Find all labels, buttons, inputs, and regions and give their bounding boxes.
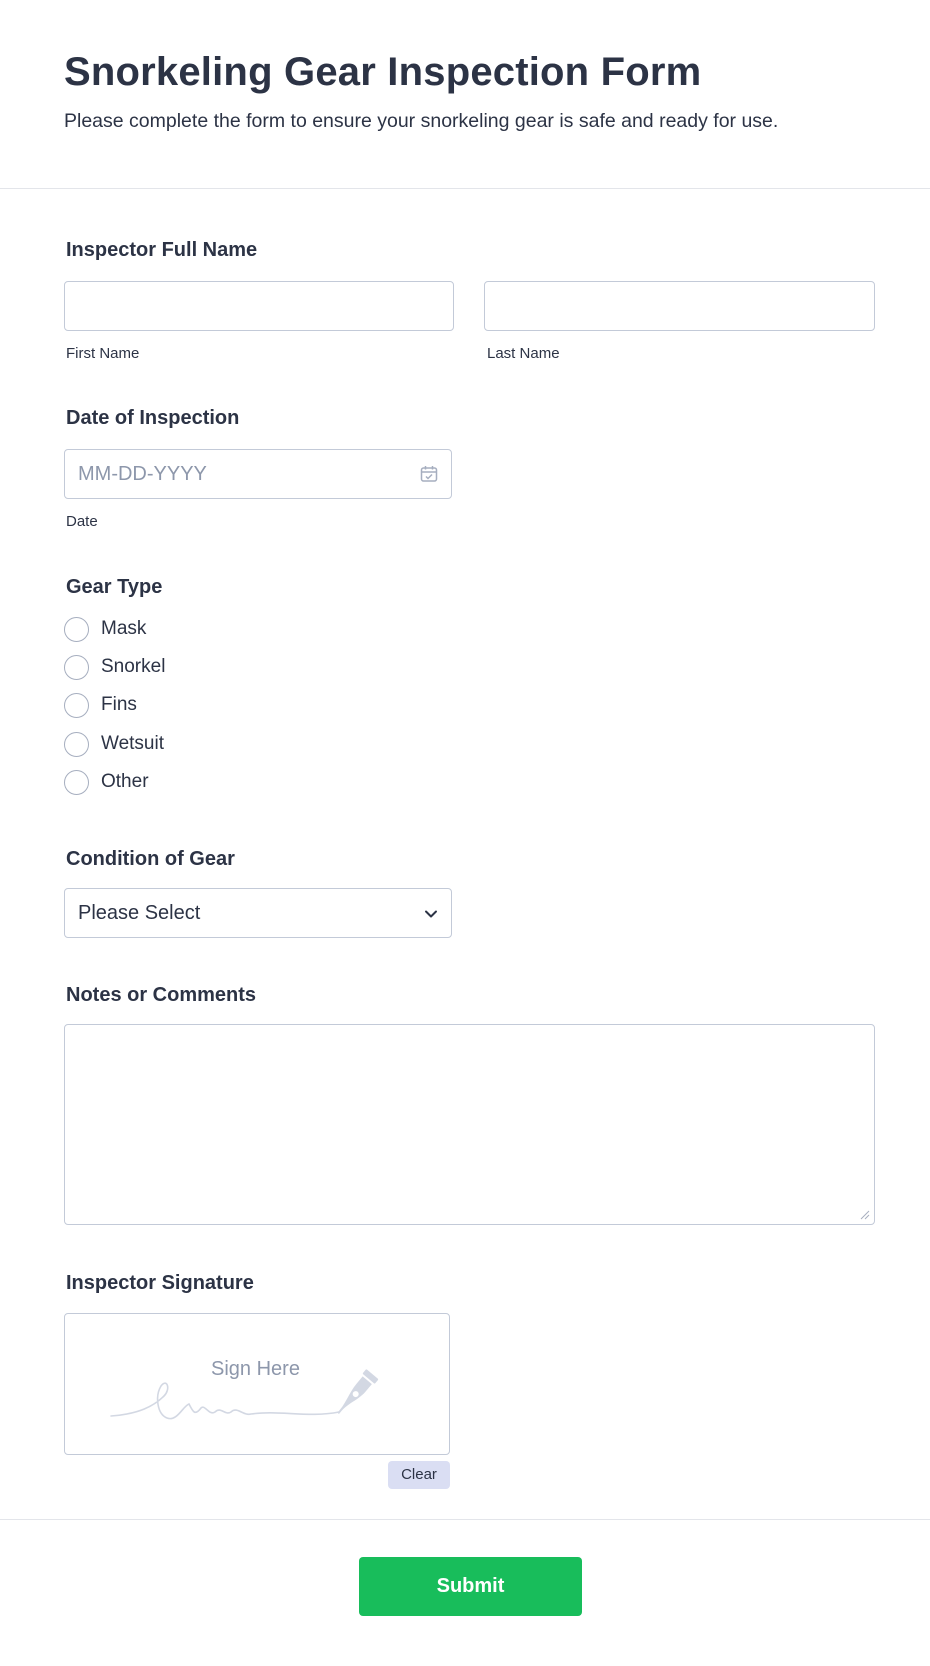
signature-label: Inspector Signature <box>66 1272 254 1294</box>
pen-nib-icon <box>337 1369 379 1414</box>
radio-label[interactable]: Other <box>101 771 149 793</box>
last-name-input[interactable] <box>484 281 875 331</box>
footer-divider <box>0 1519 930 1520</box>
form-title: Snorkeling Gear Inspection Form <box>64 50 702 94</box>
notes-label: Notes or Comments <box>66 984 257 1006</box>
clear-signature-button[interactable]: Clear <box>388 1461 450 1489</box>
radio-label[interactable]: Fins <box>101 694 137 716</box>
calendar-icon[interactable] <box>419 464 439 484</box>
first-name-sublabel: First Name <box>66 345 140 362</box>
last-name-sublabel: Last Name <box>487 345 560 362</box>
condition-selected-value: Please Select <box>78 902 201 924</box>
date-sublabel: Date <box>66 513 98 530</box>
radio-button[interactable] <box>64 732 89 757</box>
gear-type-label: Gear Type <box>66 576 163 598</box>
condition-select[interactable]: Please Select <box>64 888 452 938</box>
chevron-down-icon <box>425 910 437 918</box>
radio-button[interactable] <box>64 770 89 795</box>
first-name-input[interactable] <box>64 281 454 331</box>
signature-placeholder: Sign Here <box>211 1358 300 1380</box>
notes-textarea[interactable] <box>64 1024 875 1225</box>
radio-button[interactable] <box>64 655 89 680</box>
radio-button[interactable] <box>64 693 89 718</box>
inspector-name-label: Inspector Full Name <box>66 239 258 261</box>
date-input[interactable]: MM-DD-YYYY <box>64 449 452 499</box>
form-header: Snorkeling Gear Inspection Form Please c… <box>0 0 930 189</box>
form-subtitle: Please complete the form to ensure your … <box>64 110 779 132</box>
radio-label[interactable]: Mask <box>101 618 146 640</box>
radio-label[interactable]: Wetsuit <box>101 733 164 755</box>
condition-label: Condition of Gear <box>66 848 235 870</box>
submit-button[interactable]: Submit <box>359 1557 582 1616</box>
inspection-date-label: Date of Inspection <box>66 407 240 429</box>
resize-handle-icon[interactable] <box>860 1210 870 1220</box>
signature-pad[interactable]: Sign Here <box>64 1313 450 1455</box>
radio-button[interactable] <box>64 617 89 642</box>
radio-label[interactable]: Snorkel <box>101 656 165 678</box>
date-placeholder: MM-DD-YYYY <box>78 463 207 485</box>
